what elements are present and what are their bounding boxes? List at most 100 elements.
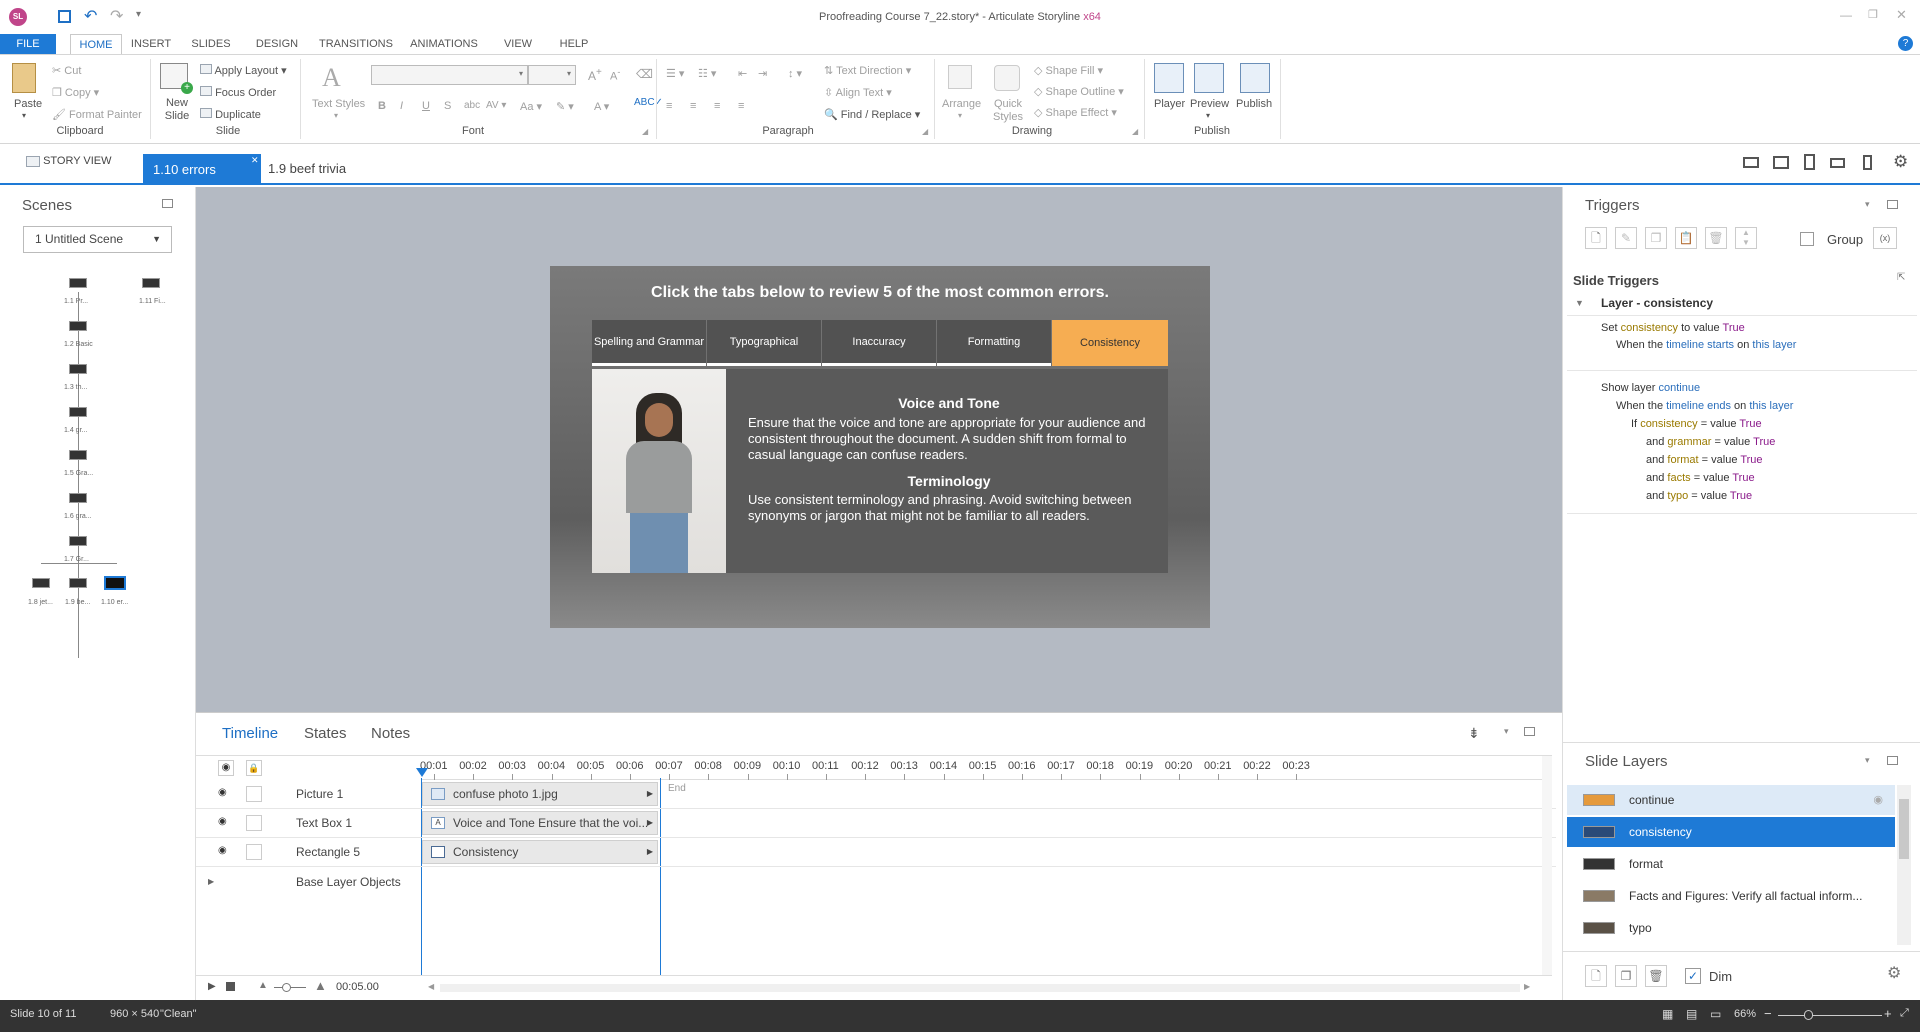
preview-button[interactable]: Preview: [1190, 98, 1229, 110]
timeline-options-icon[interactable]: ⇟: [1468, 725, 1480, 742]
eye-icon[interactable]: ◉: [218, 816, 227, 827]
shrink-font-icon[interactable]: A-: [610, 67, 620, 83]
tab-formatting[interactable]: Formatting: [937, 320, 1051, 366]
clear-format-icon[interactable]: ⌫: [636, 67, 653, 81]
group-checkbox[interactable]: [1800, 232, 1814, 246]
dim-checkbox[interactable]: ✓: [1685, 968, 1701, 984]
slide-thumbnail[interactable]: [69, 493, 87, 503]
slide-thumbnail[interactable]: [69, 578, 87, 588]
normal-view-icon[interactable]: ▦: [1662, 1007, 1673, 1021]
timeline-row[interactable]: ◉ Text Box 1 A Voice and Tone Ensure that…: [196, 809, 1556, 838]
numbering-icon[interactable]: ☷ ▾: [698, 67, 716, 80]
timeline-vscroll[interactable]: [1542, 756, 1552, 976]
align-right-icon[interactable]: ≡: [714, 100, 720, 112]
preview-icon[interactable]: [1194, 63, 1224, 93]
minimize-icon[interactable]: —: [1840, 8, 1852, 22]
duplicate-button[interactable]: Duplicate: [200, 108, 261, 121]
superscript-icon[interactable]: abc: [464, 100, 480, 111]
tab-slide-active[interactable]: 1.10 errors: [143, 154, 261, 185]
player-icon[interactable]: [1154, 63, 1184, 93]
apply-layout-button[interactable]: Apply Layout ▾: [200, 64, 287, 77]
slide-thumbnail[interactable]: [69, 321, 87, 331]
player-button[interactable]: Player: [1154, 98, 1185, 110]
tab-states[interactable]: States: [304, 725, 347, 742]
undo-icon[interactable]: ↶: [84, 6, 97, 26]
zoom-out-button[interactable]: −: [1764, 1006, 1772, 1021]
bold-icon[interactable]: B: [378, 100, 386, 112]
format-painter-button[interactable]: 🖌 Format Painter: [52, 108, 142, 121]
layer-expander-icon[interactable]: ▼: [1575, 298, 1584, 308]
timeline-row[interactable]: ◉ Picture 1 confuse photo 1.jpg ▶: [196, 780, 1556, 809]
phone-portrait-icon[interactable]: [1863, 155, 1872, 170]
arrange-dropdown-icon[interactable]: ▾: [958, 111, 962, 120]
save-icon[interactable]: [58, 10, 71, 23]
settings-gear-icon[interactable]: ⚙: [1893, 152, 1908, 172]
zoom-slider-thumb[interactable]: [1804, 1010, 1813, 1020]
layer-item-format[interactable]: format: [1567, 849, 1895, 879]
timeline-bar[interactable]: A Voice and Tone Ensure that the voi... ▶: [422, 811, 658, 835]
base-layer-expander-icon[interactable]: ▶: [208, 877, 214, 886]
highlight-icon[interactable]: ✎ ▾: [556, 100, 574, 113]
panel-menu-icon[interactable]: ▾: [1865, 755, 1870, 766]
layer-properties-gear-icon[interactable]: ⚙: [1887, 963, 1901, 983]
collapse-all-icon[interactable]: ⇱: [1897, 272, 1905, 283]
italic-icon[interactable]: I: [400, 100, 403, 112]
shape-fill-button[interactable]: ◇ Shape Fill ▾: [1034, 64, 1103, 77]
confuse-photo[interactable]: [592, 369, 726, 573]
scene-dropdown[interactable]: 1 Untitled Scene ▼: [23, 226, 172, 253]
tab-timeline[interactable]: Timeline: [222, 725, 278, 742]
new-layer-button[interactable]: 🗋: [1585, 965, 1607, 987]
redo-icon[interactable]: ↷: [110, 6, 123, 26]
tablet-landscape-icon[interactable]: [1773, 156, 1789, 169]
align-center-icon[interactable]: ≡: [690, 100, 696, 112]
character-spacing-icon[interactable]: AV ▾: [486, 100, 506, 111]
align-text-button[interactable]: ⇳ Align Text ▾: [824, 86, 892, 99]
maximize-icon[interactable]: ❐: [1868, 8, 1878, 21]
publish-icon[interactable]: [1240, 63, 1270, 93]
panel-float-icon[interactable]: [162, 199, 173, 208]
copy-button[interactable]: ❐ Copy ▾: [52, 86, 99, 99]
zoom-in-button[interactable]: +: [1884, 1006, 1892, 1021]
expand-arrow-icon[interactable]: ▶: [647, 783, 653, 805]
tab-file[interactable]: FILE: [0, 34, 56, 54]
story-view-icon[interactable]: ▤: [1686, 1007, 1697, 1021]
timeline-hscroll[interactable]: [440, 984, 1520, 992]
close-tab-icon[interactable]: ✕: [251, 155, 259, 166]
font-family-select[interactable]: ▾: [371, 65, 528, 85]
tab-typographical[interactable]: Typographical: [707, 320, 821, 366]
edit-trigger-button[interactable]: ✎: [1615, 227, 1637, 249]
font-color-icon[interactable]: A ▾: [594, 100, 609, 113]
font-dialog-launcher-icon[interactable]: ◢: [642, 127, 648, 136]
zoom-slider-thumb[interactable]: [282, 983, 291, 992]
new-trigger-button[interactable]: 🗋: [1585, 227, 1607, 249]
eye-icon[interactable]: ◉: [1873, 785, 1883, 815]
tab-notes[interactable]: Notes: [371, 725, 410, 742]
paste-dropdown-icon[interactable]: ▾: [22, 111, 26, 120]
lock-all-icon[interactable]: 🔒: [246, 760, 262, 776]
eye-icon[interactable]: ◉: [218, 787, 227, 798]
tab-story-view[interactable]: STORY VIEW: [26, 155, 112, 167]
font-size-select[interactable]: ▾: [528, 65, 576, 85]
new-slide-button[interactable]: New Slide: [160, 97, 194, 123]
arrange-button[interactable]: Arrange: [942, 98, 981, 110]
hscroll-left-icon[interactable]: ◀: [428, 982, 434, 991]
duplicate-layer-button[interactable]: ❐: [1615, 965, 1637, 987]
find-replace-button[interactable]: 🔍 Find / Replace ▾: [824, 108, 920, 121]
tab-insert[interactable]: INSERT: [126, 34, 176, 54]
panel-float-icon[interactable]: [1524, 727, 1535, 736]
fit-icon[interactable]: ▭: [1710, 1007, 1721, 1021]
tab-home[interactable]: HOME: [70, 34, 122, 54]
tab-consistency[interactable]: Consistency: [1052, 320, 1168, 366]
tab-slides[interactable]: SLIDES: [186, 34, 236, 54]
shape-outline-button[interactable]: ◇ Shape Outline ▾: [1034, 85, 1124, 98]
zoom-in-icon[interactable]: ▲: [314, 978, 327, 993]
stop-icon[interactable]: [226, 982, 235, 991]
paste-button[interactable]: Paste: [14, 98, 42, 110]
tab-transitions[interactable]: TRANSITIONS: [316, 34, 396, 54]
text-styles-dropdown-icon[interactable]: ▾: [334, 111, 338, 120]
change-case-icon[interactable]: Aa ▾: [520, 100, 542, 113]
scrollbar-thumb[interactable]: [1899, 799, 1909, 859]
new-slide-icon[interactable]: +: [160, 63, 193, 94]
playhead-marker[interactable]: [416, 768, 428, 777]
copy-trigger-button[interactable]: ❐: [1645, 227, 1667, 249]
